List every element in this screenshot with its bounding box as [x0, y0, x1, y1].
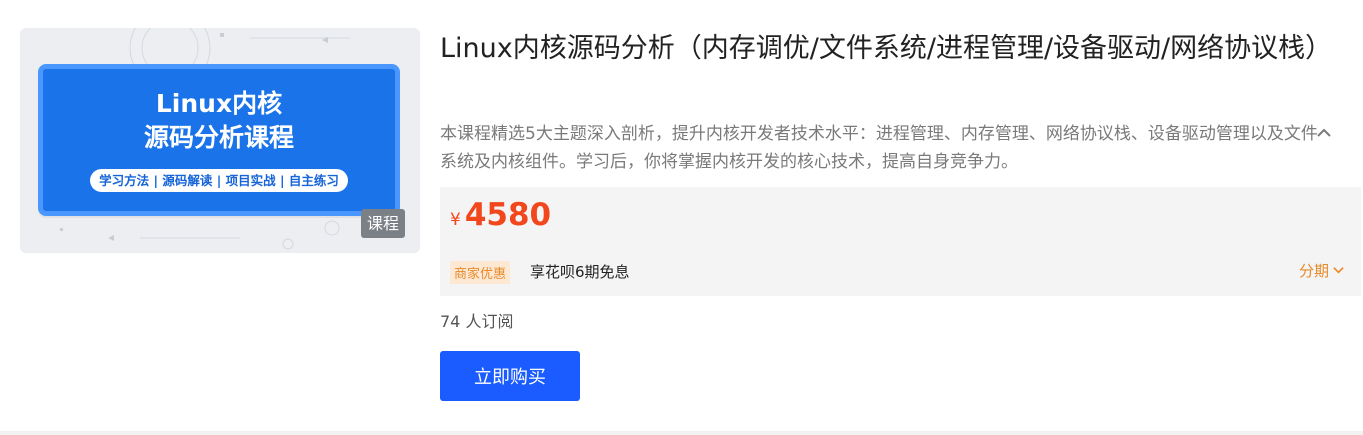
promo-badge: 商家优惠 [450, 261, 511, 284]
price-amount: 4580 [464, 197, 552, 233]
installment-toggle[interactable]: 分期 [1299, 260, 1345, 281]
bottom-divider [0, 431, 1363, 435]
cover-title-line1: Linux内核 [155, 89, 283, 118]
price: ¥4580 [450, 197, 551, 233]
course-description: 本课程精选5大主题深入剖析，提升内核开发者技术水平：进程管理、内存管理、网络协议… [440, 124, 1318, 172]
course-title: Linux内核源码分析（内存调优/文件系统/进程管理/设备驱动/网络协议栈） [440, 33, 1333, 64]
cover-title-line2: 源码分析课程 [143, 123, 294, 152]
course-cover-image[interactable]: Linux内核 源码分析课程 学习方法 | 源码解读 | 项目实战 | 自主练习… [20, 28, 420, 253]
installment-label: 分期 [1298, 262, 1329, 280]
cover-feature-pill: 学习方法 | 源码解读 | 项目实战 | 自主练习 [90, 169, 348, 192]
course-type-tag: 课程 [360, 209, 405, 238]
chevron-down-icon [1333, 267, 1344, 274]
subscriber-count: 74 人订阅 [440, 312, 514, 331]
promo-text: 享花呗6期免息 [530, 263, 630, 281]
buy-now-button[interactable]: 立即购买 [440, 351, 580, 401]
currency-symbol: ¥ [450, 210, 461, 230]
chevron-up-icon[interactable] [1314, 123, 1334, 143]
cover-card: Linux内核 源码分析课程 学习方法 | 源码解读 | 项目实战 | 自主练习 [38, 64, 400, 216]
price-panel: ¥4580 商家优惠 享花呗6期免息 分期 [440, 187, 1361, 296]
